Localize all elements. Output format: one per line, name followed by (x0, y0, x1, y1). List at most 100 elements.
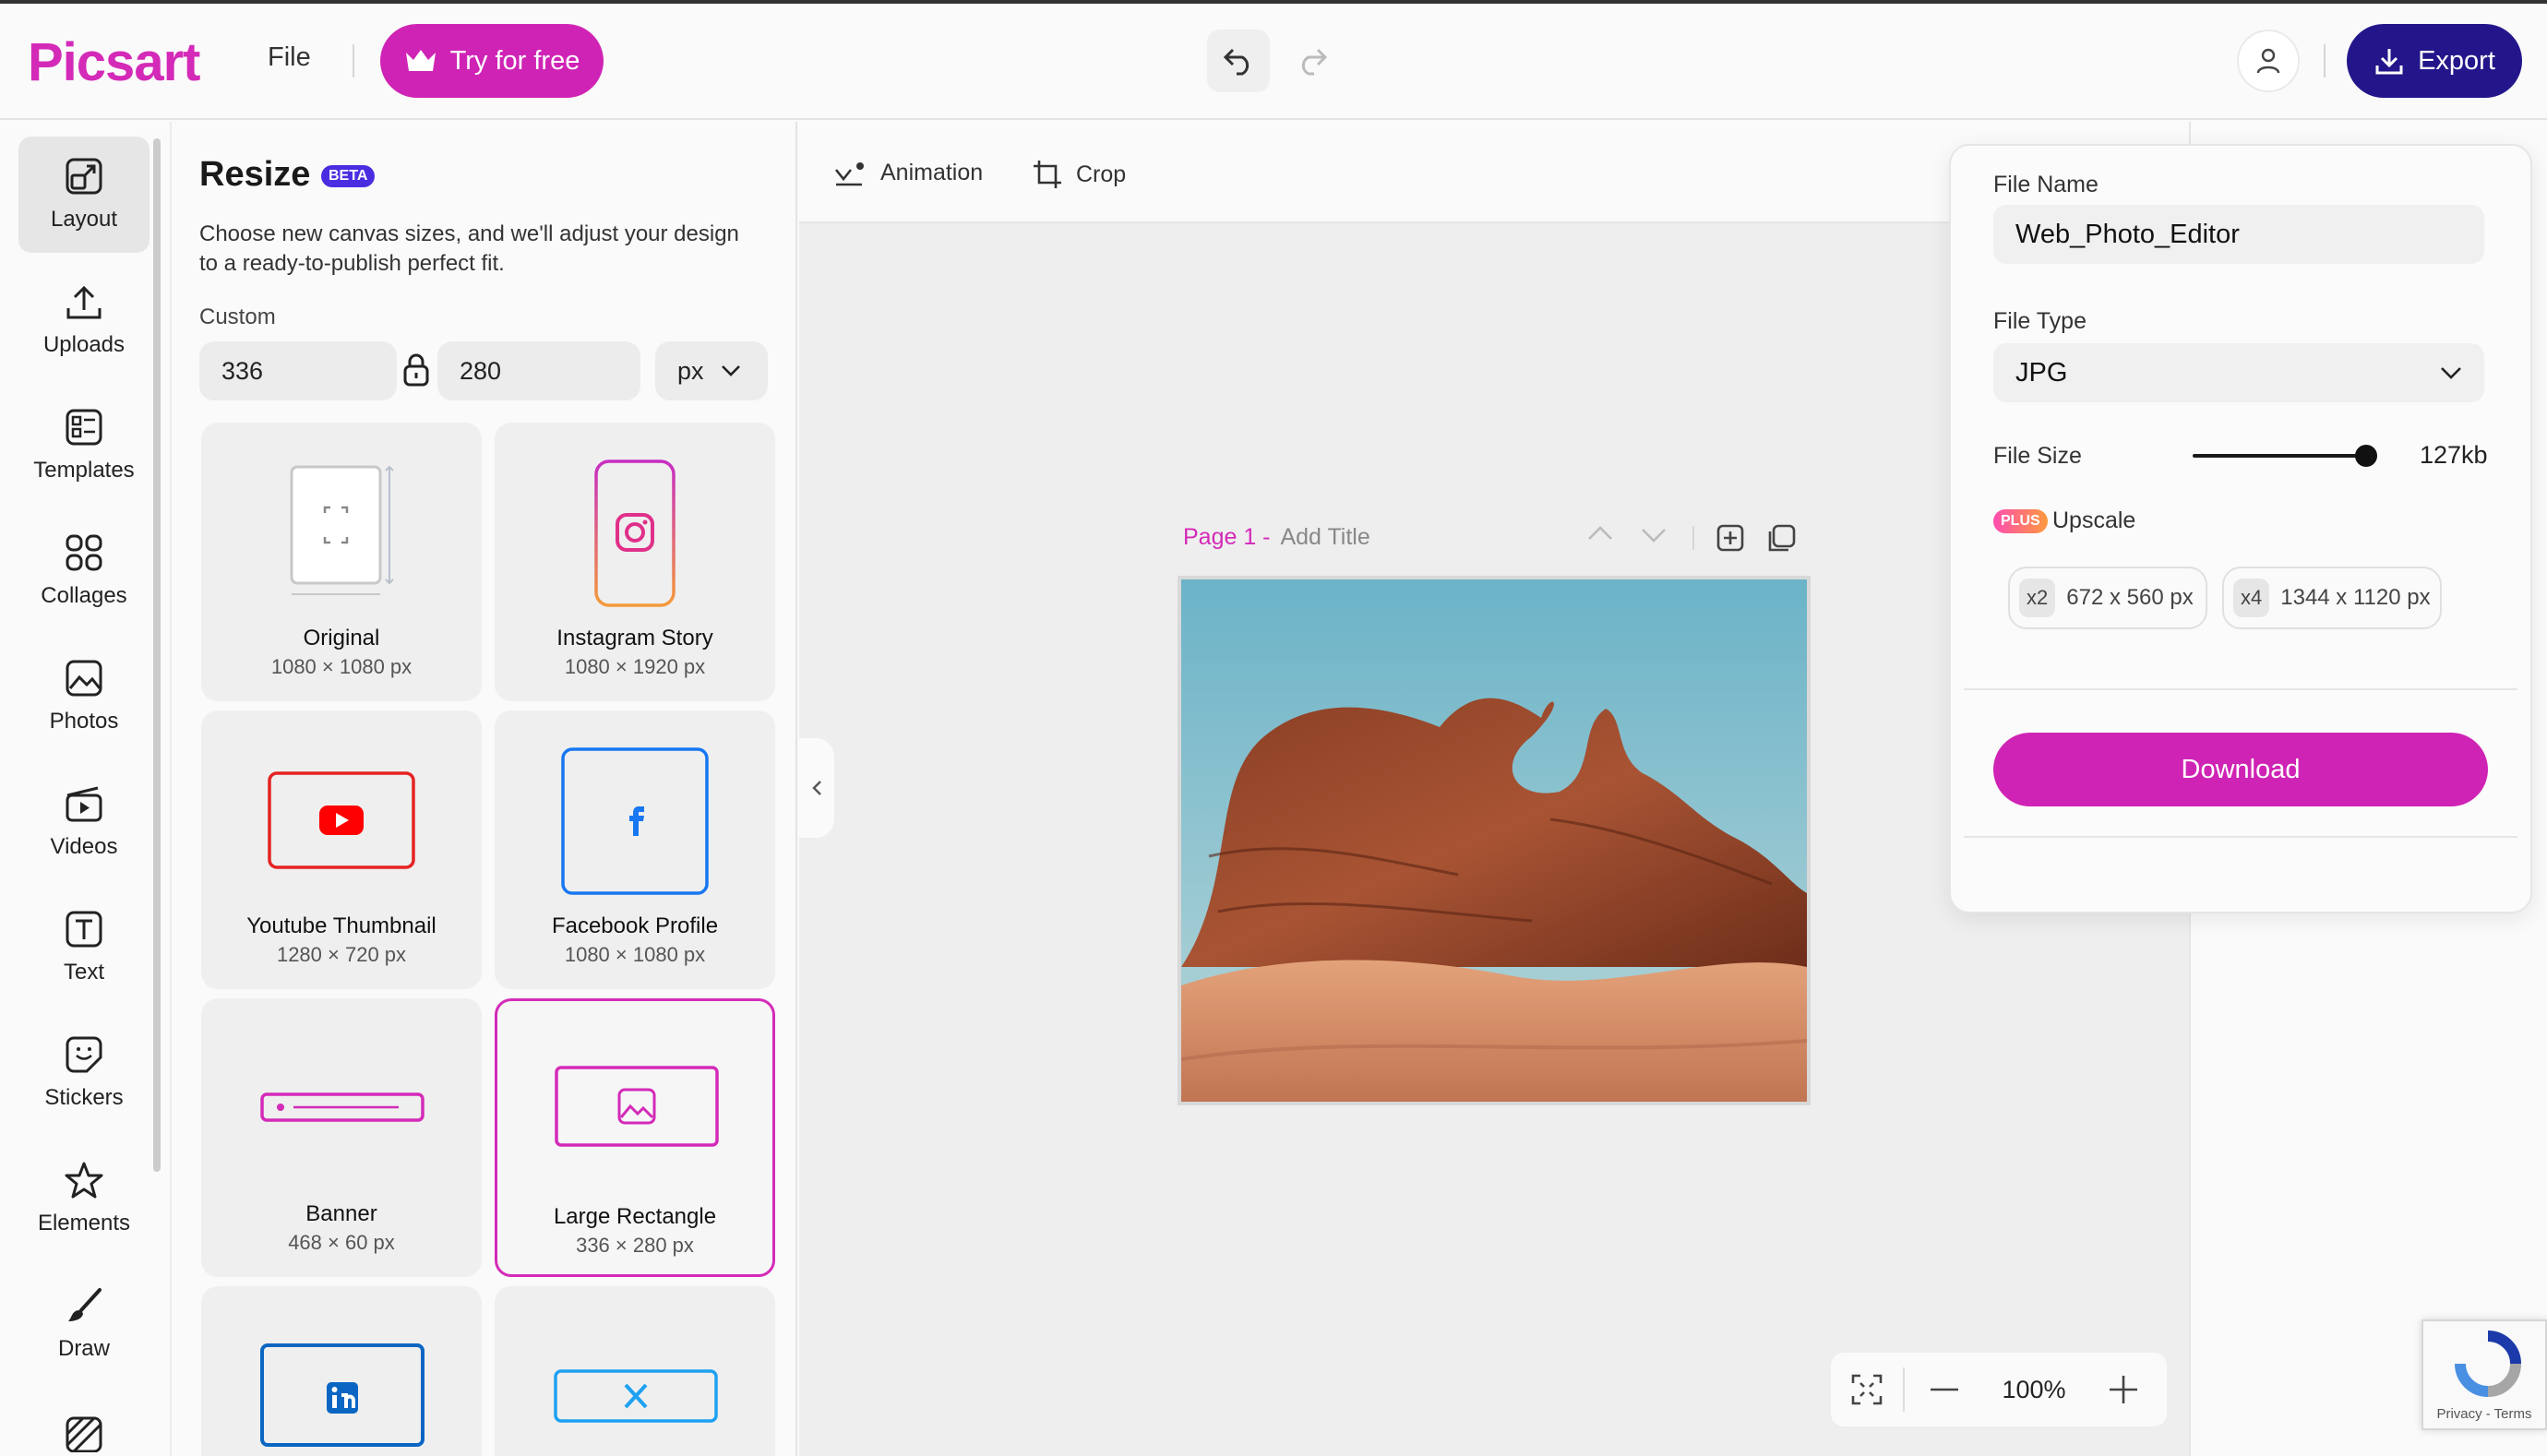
x-logo-icon (554, 1369, 718, 1423)
fit-screen-icon (1851, 1374, 1883, 1405)
desert-rock-photo (1180, 579, 1808, 1102)
upscale-x2-option[interactable]: x2 672 x 560 px (2008, 567, 2207, 629)
more-rail-icon[interactable] (65, 1415, 103, 1456)
zoom-in-button[interactable] (2084, 1376, 2163, 1403)
rail-item-elements[interactable]: Elements (18, 1140, 149, 1257)
rail-item-uploads[interactable]: Uploads (18, 262, 149, 378)
try-for-free-button[interactable]: Try for free (380, 24, 604, 98)
animation-tool[interactable]: Animation (834, 159, 983, 186)
file-menu[interactable]: File (268, 42, 311, 73)
preset-card-original[interactable]: Original 1080 × 1080 px (201, 423, 482, 701)
file-name-input[interactable]: Web_Photo_Editor (1993, 205, 2484, 264)
preset-label: Original (303, 626, 380, 650)
user-profile-button[interactable] (2237, 30, 2300, 92)
upscale-size: 672 x 560 px (2066, 585, 2194, 610)
download-icon (2375, 49, 2403, 75)
minus-icon (1931, 1388, 1958, 1391)
export-button[interactable]: Export (2347, 24, 2522, 98)
preset-label: Large Rectangle (553, 1204, 717, 1229)
upscale-x4-option[interactable]: x4 1344 x 1120 px (2222, 567, 2442, 629)
preset-size: 336 × 280 px (576, 1234, 694, 1257)
page-down-button[interactable] (1641, 528, 1667, 549)
zoom-out-button[interactable] (1905, 1388, 1984, 1391)
preset-size: 1080 × 1080 px (270, 655, 413, 678)
templates-icon (66, 409, 102, 446)
rail-scrollbar[interactable] (153, 138, 161, 1172)
preset-card-banner[interactable]: Banner 468 × 60 px (201, 998, 482, 1277)
animation-label: Animation (880, 159, 984, 185)
try-for-free-label: Try for free (449, 45, 580, 76)
preset-label: Instagram Story (556, 626, 713, 650)
preset-size: 1280 × 720 px (276, 943, 407, 966)
width-input[interactable]: 336 (199, 341, 397, 400)
export-label: Export (2418, 45, 2495, 76)
canvas-image[interactable] (1178, 576, 1811, 1105)
duplicate-page-button[interactable] (1766, 524, 1796, 558)
rail-item-templates[interactable]: Templates (18, 388, 149, 504)
recaptcha-badge[interactable]: Privacy - Terms (2421, 1319, 2547, 1430)
file-size-slider-track[interactable] (2193, 454, 2366, 458)
preset-card-linkedin[interactable] (201, 1286, 482, 1456)
divider (1964, 836, 2517, 838)
pattern-icon (66, 1416, 102, 1453)
user-icon (2256, 48, 2280, 74)
recaptcha-links[interactable]: Privacy - Terms (2423, 1406, 2545, 1422)
file-size-slider-knob[interactable] (2355, 445, 2377, 467)
collages-icon (66, 534, 102, 571)
linkedin-icon (260, 1343, 424, 1447)
rail-item-text[interactable]: Text (18, 889, 149, 1006)
rail-item-layout[interactable]: Layout (18, 137, 149, 253)
page-up-button[interactable] (1587, 524, 1613, 545)
upload-icon (66, 285, 102, 319)
undo-button[interactable] (1207, 30, 1270, 92)
beta-badge: BETA (321, 165, 376, 187)
page-label: Page 1 - Add Title (1183, 524, 1370, 551)
fit-screen-button[interactable] (1831, 1374, 1903, 1405)
animation-icon (834, 162, 864, 186)
banner-icon (260, 1092, 424, 1122)
rail-label: Uploads (42, 332, 126, 357)
aspect-lock-button[interactable] (402, 352, 430, 392)
preset-card-facebook-profile[interactable]: Facebook Profile 1080 × 1080 px (495, 710, 775, 989)
sticker-icon (66, 1036, 102, 1073)
preset-card-instagram-story[interactable]: Instagram Story 1080 × 1920 px (495, 423, 775, 701)
rail-item-collages[interactable]: Collages (18, 513, 149, 629)
rail-item-stickers[interactable]: Stickers (18, 1015, 149, 1131)
original-preview (290, 465, 401, 608)
chevron-down-icon (721, 365, 740, 376)
preset-card-youtube-thumbnail[interactable]: Youtube Thumbnail 1280 × 720 px (201, 710, 482, 989)
facebook-preview (561, 747, 709, 900)
unit-value: px (677, 356, 704, 385)
preset-card-x[interactable] (495, 1286, 775, 1456)
crop-icon (1034, 161, 1061, 188)
redo-button[interactable] (1281, 30, 1344, 92)
original-size-icon (290, 465, 394, 595)
rail-label: Videos (50, 834, 118, 859)
rail-item-draw[interactable]: Draw (18, 1266, 149, 1382)
add-title-link[interactable]: Add Title (1280, 524, 1369, 550)
video-icon (66, 786, 102, 822)
file-type-value: JPG (2015, 357, 2068, 388)
linkedin-preview (260, 1343, 424, 1451)
picsart-logo[interactable]: Picsart (28, 31, 200, 93)
text-icon (66, 911, 102, 948)
add-page-button[interactable] (1716, 524, 1744, 556)
crown-icon (405, 50, 436, 71)
rail-item-videos[interactable]: Videos (18, 764, 149, 880)
crop-tool[interactable]: Crop (1032, 159, 1126, 190)
divider (1692, 526, 1694, 550)
facebook-icon (561, 747, 709, 895)
file-type-label: File Type (1993, 308, 2087, 334)
height-input[interactable]: 280 (437, 341, 640, 400)
download-button[interactable]: Download (1993, 733, 2488, 806)
collapse-panel-button[interactable] (799, 738, 834, 838)
unit-select[interactable]: px (655, 341, 768, 400)
file-type-select[interactable]: JPG (1993, 343, 2484, 402)
divider (2324, 44, 2326, 78)
rail-label: Text (63, 960, 104, 985)
recaptcha-icon (2455, 1331, 2521, 1397)
rail-label: Collages (41, 583, 127, 608)
rail-item-photos[interactable]: Photos (18, 638, 149, 755)
preset-card-large-rectangle[interactable]: Large Rectangle 336 × 280 px (495, 998, 775, 1277)
zoom-level[interactable]: 100% (1984, 1376, 2084, 1404)
